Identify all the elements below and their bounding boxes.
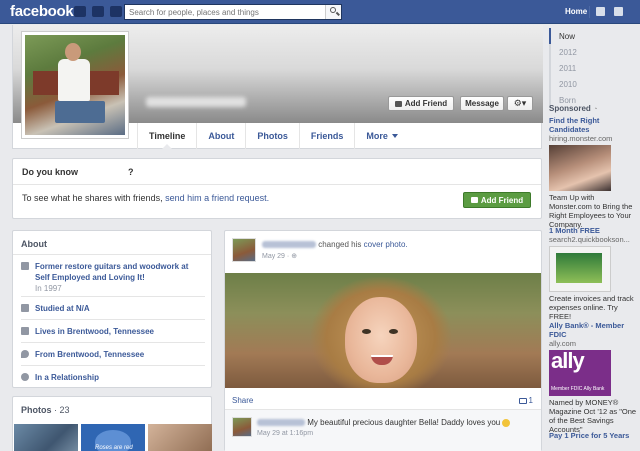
facebook-logo[interactable]: facebook bbox=[10, 3, 74, 20]
divider bbox=[21, 296, 205, 297]
post-timestamp[interactable]: May 29 · ⊕ bbox=[262, 252, 297, 260]
gear-menu-button[interactable]: ⚙▾ bbox=[507, 96, 533, 111]
photo-thumbnail[interactable] bbox=[14, 424, 78, 451]
about-box: About Former restore guitars and woodwor… bbox=[12, 230, 212, 388]
friend-requests-icon[interactable] bbox=[74, 6, 86, 17]
photos-box: Photos · 23 Roses are red bbox=[12, 396, 212, 451]
sponsored-header: Sponsored ◔ bbox=[549, 104, 598, 113]
photo-thumbnail[interactable]: Roses are red bbox=[81, 424, 145, 451]
search-input[interactable] bbox=[125, 5, 323, 19]
commenter-name-blurred[interactable] bbox=[257, 419, 305, 427]
profile-picture[interactable] bbox=[21, 31, 129, 139]
tab-about[interactable]: About bbox=[196, 123, 245, 149]
notification-icons bbox=[74, 6, 122, 17]
messages-icon[interactable] bbox=[92, 6, 104, 17]
divider bbox=[13, 254, 211, 255]
about-item-hometown[interactable]: From Brentwood, Tennessee bbox=[21, 349, 205, 360]
ally-logo: ally bbox=[551, 348, 585, 373]
do-you-know-box: Do you know? To see what he shares with … bbox=[12, 158, 542, 219]
about-item-lives[interactable]: Lives in Brentwood, Tennessee bbox=[21, 326, 205, 337]
friend-request-prompt: To see what he shares with friends, send… bbox=[22, 193, 270, 203]
tab-photos[interactable]: Photos bbox=[245, 123, 299, 149]
ad-quickbooks[interactable]: 1 Month FREE search2.quickbookson... Cre… bbox=[549, 226, 639, 321]
profile-header: Add Friend Message ⚙▾ Timeline About Pho… bbox=[12, 25, 543, 149]
gear-icon: ⚙▾ bbox=[513, 98, 527, 108]
notifications-icon[interactable] bbox=[110, 6, 122, 17]
home-icon bbox=[21, 327, 29, 335]
timeline-post: changed his cover photo. May 29 · ⊕ Shar… bbox=[224, 230, 542, 451]
add-friend-icon bbox=[394, 100, 402, 107]
divider bbox=[21, 365, 205, 366]
about-item-work[interactable]: Former restore guitars and woodwork at S… bbox=[21, 261, 205, 294]
top-bar: facebook Home bbox=[0, 0, 640, 24]
home-link[interactable]: Home bbox=[565, 7, 587, 16]
search-box bbox=[124, 4, 342, 20]
timeline-item-2011[interactable]: 2011 bbox=[549, 60, 589, 76]
tab-friends[interactable]: Friends bbox=[298, 123, 355, 149]
ad-ally-bank[interactable]: Ally Bank® - Member FDIC ally.com ally Me… bbox=[549, 321, 639, 434]
quickbooks-logo bbox=[556, 253, 602, 283]
do-you-know-title: Do you know? bbox=[22, 167, 134, 177]
avatar[interactable] bbox=[232, 417, 252, 437]
divider bbox=[21, 319, 205, 320]
ad-choices-icon[interactable]: ◔ bbox=[593, 106, 597, 113]
ad-image[interactable] bbox=[549, 246, 611, 292]
timeline-year-nav: Now 2012 2011 2010 Born bbox=[549, 28, 589, 108]
add-friend-icon bbox=[470, 197, 478, 203]
about-item-relationship[interactable]: In a Relationship bbox=[21, 372, 205, 383]
smiley-icon bbox=[502, 418, 511, 427]
topbar-divider bbox=[589, 6, 590, 18]
post-photo[interactable] bbox=[225, 273, 541, 388]
comment: My beautiful precious daughter Bella! Da… bbox=[225, 410, 541, 451]
tab-timeline[interactable]: Timeline bbox=[137, 123, 196, 149]
message-button[interactable]: Message bbox=[460, 96, 504, 111]
ad-image[interactable] bbox=[549, 145, 611, 191]
profile-photo-image bbox=[25, 35, 125, 135]
profile-name-blurred bbox=[146, 97, 246, 107]
location-icon bbox=[21, 350, 29, 358]
photos-title[interactable]: Photos · 23 bbox=[21, 405, 70, 415]
share-link[interactable]: Share bbox=[232, 396, 253, 405]
comment-count[interactable]: 1 bbox=[518, 396, 533, 405]
timeline-item-2012[interactable]: 2012 bbox=[549, 44, 589, 60]
ad-pay-1-price[interactable]: Pay 1 Price for 5 Years bbox=[549, 431, 639, 440]
account-settings-icon[interactable] bbox=[614, 7, 623, 16]
briefcase-icon bbox=[21, 262, 29, 270]
send-friend-request-link[interactable]: send him a friend request. bbox=[165, 193, 269, 203]
divider bbox=[13, 184, 541, 185]
chevron-down-icon bbox=[391, 134, 398, 138]
comment-icon bbox=[518, 397, 527, 404]
post-header: changed his cover photo. bbox=[262, 240, 408, 249]
comment-timestamp[interactable]: May 29 at 1:16pm bbox=[257, 430, 313, 437]
timeline-item-now[interactable]: Now bbox=[549, 28, 589, 44]
tab-more[interactable]: More bbox=[354, 123, 409, 149]
privacy-shortcuts-icon[interactable] bbox=[596, 7, 605, 16]
cover-photo-link[interactable]: cover photo. bbox=[364, 240, 408, 249]
profile-tabs: Timeline About Photos Friends More bbox=[137, 123, 409, 149]
about-item-education[interactable]: Studied at N/A bbox=[21, 303, 205, 314]
add-friend-button[interactable]: Add Friend bbox=[388, 96, 454, 111]
avatar[interactable] bbox=[232, 238, 256, 262]
add-friend-green-button[interactable]: Add Friend bbox=[463, 192, 531, 208]
about-title[interactable]: About bbox=[21, 239, 47, 249]
ad-monster[interactable]: Find the Right Candidates hiring.monster… bbox=[549, 116, 639, 229]
heart-icon bbox=[21, 373, 29, 381]
poster-name-blurred[interactable] bbox=[262, 241, 316, 249]
globe-icon: ⊕ bbox=[291, 253, 298, 260]
divider bbox=[21, 342, 205, 343]
school-icon bbox=[21, 304, 29, 312]
comment-text: My beautiful precious daughter Bella! Da… bbox=[257, 418, 511, 427]
timeline-item-2010[interactable]: 2010 bbox=[549, 76, 589, 92]
ad-image[interactable]: ally Member FDIC Ally Bank bbox=[549, 350, 611, 396]
photo-thumbnail[interactable] bbox=[148, 424, 212, 451]
search-button[interactable] bbox=[325, 5, 341, 19]
